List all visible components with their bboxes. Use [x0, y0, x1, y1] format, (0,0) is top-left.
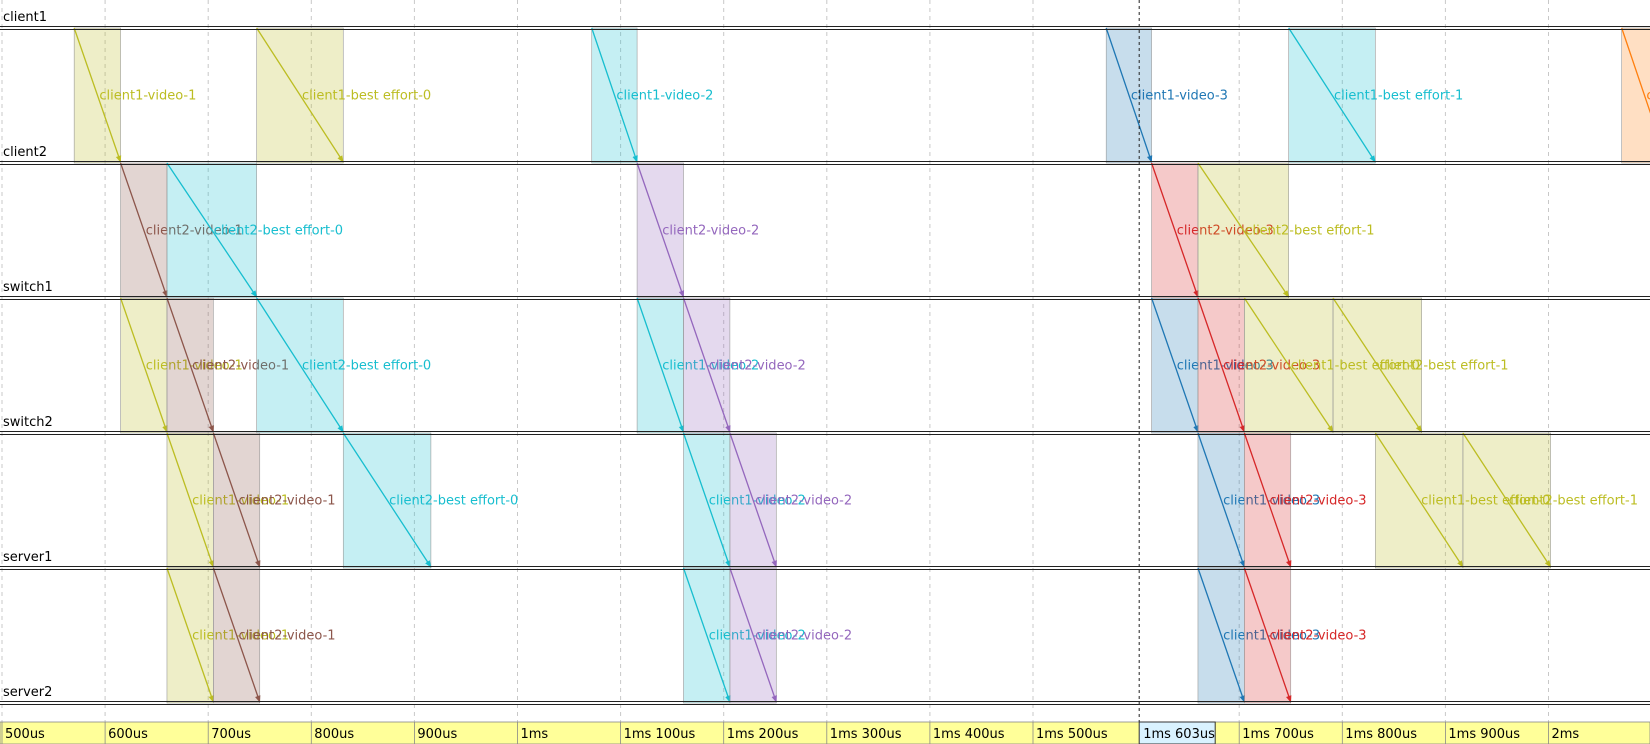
- transfer-label: client2-best effort-1: [1245, 224, 1374, 239]
- lane-label-server2: server2: [3, 685, 52, 700]
- transfer-label: client1-video-2: [616, 89, 713, 104]
- transfer-client2-video-2[interactable]: client2-video-2: [636, 162, 759, 299]
- transfer-label: client2-best effort-1: [1509, 494, 1638, 509]
- transfer-label: client2-video-2: [755, 629, 852, 644]
- lane-label-server1: server1: [3, 550, 52, 565]
- lane-label-client2: client2: [3, 145, 47, 160]
- transfer-client2-video-3[interactable]: client2-video-3: [1243, 432, 1367, 569]
- transfer-client1-video-2[interactable]: client1-video-2: [591, 27, 714, 164]
- transfer-client2-video-2[interactable]: client2-video-2: [682, 297, 806, 434]
- network-timeline: client1-video-1 client1-best effort-0 clie…: [0, 0, 1650, 744]
- axis-tick-label: 1ms 100us: [624, 727, 696, 742]
- transfer-client2-best-effort-1[interactable]: client2-best effort-1: [1332, 297, 1509, 434]
- transfer-client2-best-effort-0[interactable]: client2-best effort-0: [256, 297, 432, 434]
- transfer-client2-best-effort-1[interactable]: client2-best effort-1: [1462, 432, 1638, 569]
- axis-tick-label: 1ms 700us: [1242, 727, 1314, 742]
- transfer-label: client2-video-3: [1270, 629, 1367, 644]
- lane-label-switch2: switch2: [3, 415, 53, 430]
- transfer-label: client1-best effort-1: [1334, 89, 1463, 104]
- axis-tick-label: 1ms 200us: [727, 727, 799, 742]
- axis-tick-label: 900us: [417, 727, 457, 742]
- transfer-client2-video-1[interactable]: client2-video-1: [212, 432, 336, 569]
- transfer-label: client2-video-2: [709, 359, 806, 374]
- transfer-client1-video-1[interactable]: client1-video-1: [73, 27, 196, 164]
- axis-tick-label: 500us: [5, 727, 45, 742]
- transfer-c[interactable]: c: [1621, 27, 1650, 164]
- transfer-label: client1-video-1: [99, 89, 196, 104]
- axis-tick-label: 800us: [314, 727, 354, 742]
- axis-tick-label: 1ms 400us: [933, 727, 1005, 742]
- axis-tick-label: 2ms: [1552, 727, 1580, 742]
- axis-tick-label: 1ms 800us: [1345, 727, 1417, 742]
- transfer-client2-best-effort-1[interactable]: client2-best effort-1: [1197, 162, 1375, 299]
- transfer-client2-best-effort-0[interactable]: client2-best effort-0: [166, 162, 343, 299]
- time-axis: 500us 600us 700us 800us 900us 1ms 1ms 100us 1ms…: [0, 721, 1650, 744]
- axis-tick-label: 1ms 500us: [1036, 727, 1108, 742]
- axis-tick-label: 600us: [108, 727, 148, 742]
- transfer-label: client2-video-2: [662, 224, 759, 239]
- transfer-label: client2-best effort-0: [302, 359, 431, 374]
- transfers: client1-video-1 client1-best effort-0 clie…: [73, 27, 1650, 704]
- transfer-label: client2-video-1: [239, 494, 336, 509]
- axis-tick-label: 700us: [211, 727, 251, 742]
- time-cursor-label: 1ms 603us: [1143, 727, 1215, 742]
- transfer-label: client2-video-1: [239, 629, 336, 644]
- transfer-client1-video-3[interactable]: client1-video-3: [1105, 27, 1228, 164]
- transfer-client1-best-effort-1[interactable]: client1-best effort-1: [1288, 27, 1464, 164]
- transfer-label: client2-video-3: [1270, 494, 1367, 509]
- transfer-client2-video-2[interactable]: client2-video-2: [729, 567, 852, 704]
- lane-label-switch1: switch1: [3, 280, 53, 295]
- transfer-client2-video-1[interactable]: client2-video-1: [212, 567, 336, 704]
- transfer-label: client2-video-2: [755, 494, 852, 509]
- transfer-label: client1-video-3: [1131, 89, 1228, 104]
- transfer-label: c: [1646, 89, 1650, 104]
- lane-label-client1: client1: [3, 10, 47, 25]
- transfer-client2-best-effort-0[interactable]: client2-best effort-0: [342, 432, 518, 569]
- axis-tick-label: 1ms 900us: [1448, 727, 1520, 742]
- axis-tick-label: 1ms: [521, 727, 549, 742]
- transfer-client2-video-3[interactable]: client2-video-3: [1243, 567, 1367, 704]
- axis-tick-label: 1ms 300us: [830, 727, 902, 742]
- transfer-label: client2-best effort-1: [1379, 359, 1508, 374]
- transfer-client2-video-2[interactable]: client2-video-2: [729, 432, 852, 569]
- transfer-label: client2-best effort-0: [214, 224, 343, 239]
- transfer-label: client2-best effort-0: [389, 494, 518, 509]
- transfer-client1-best-effort-0[interactable]: client1-best effort-0: [256, 27, 432, 164]
- transfer-label: client1-best effort-0: [302, 89, 431, 104]
